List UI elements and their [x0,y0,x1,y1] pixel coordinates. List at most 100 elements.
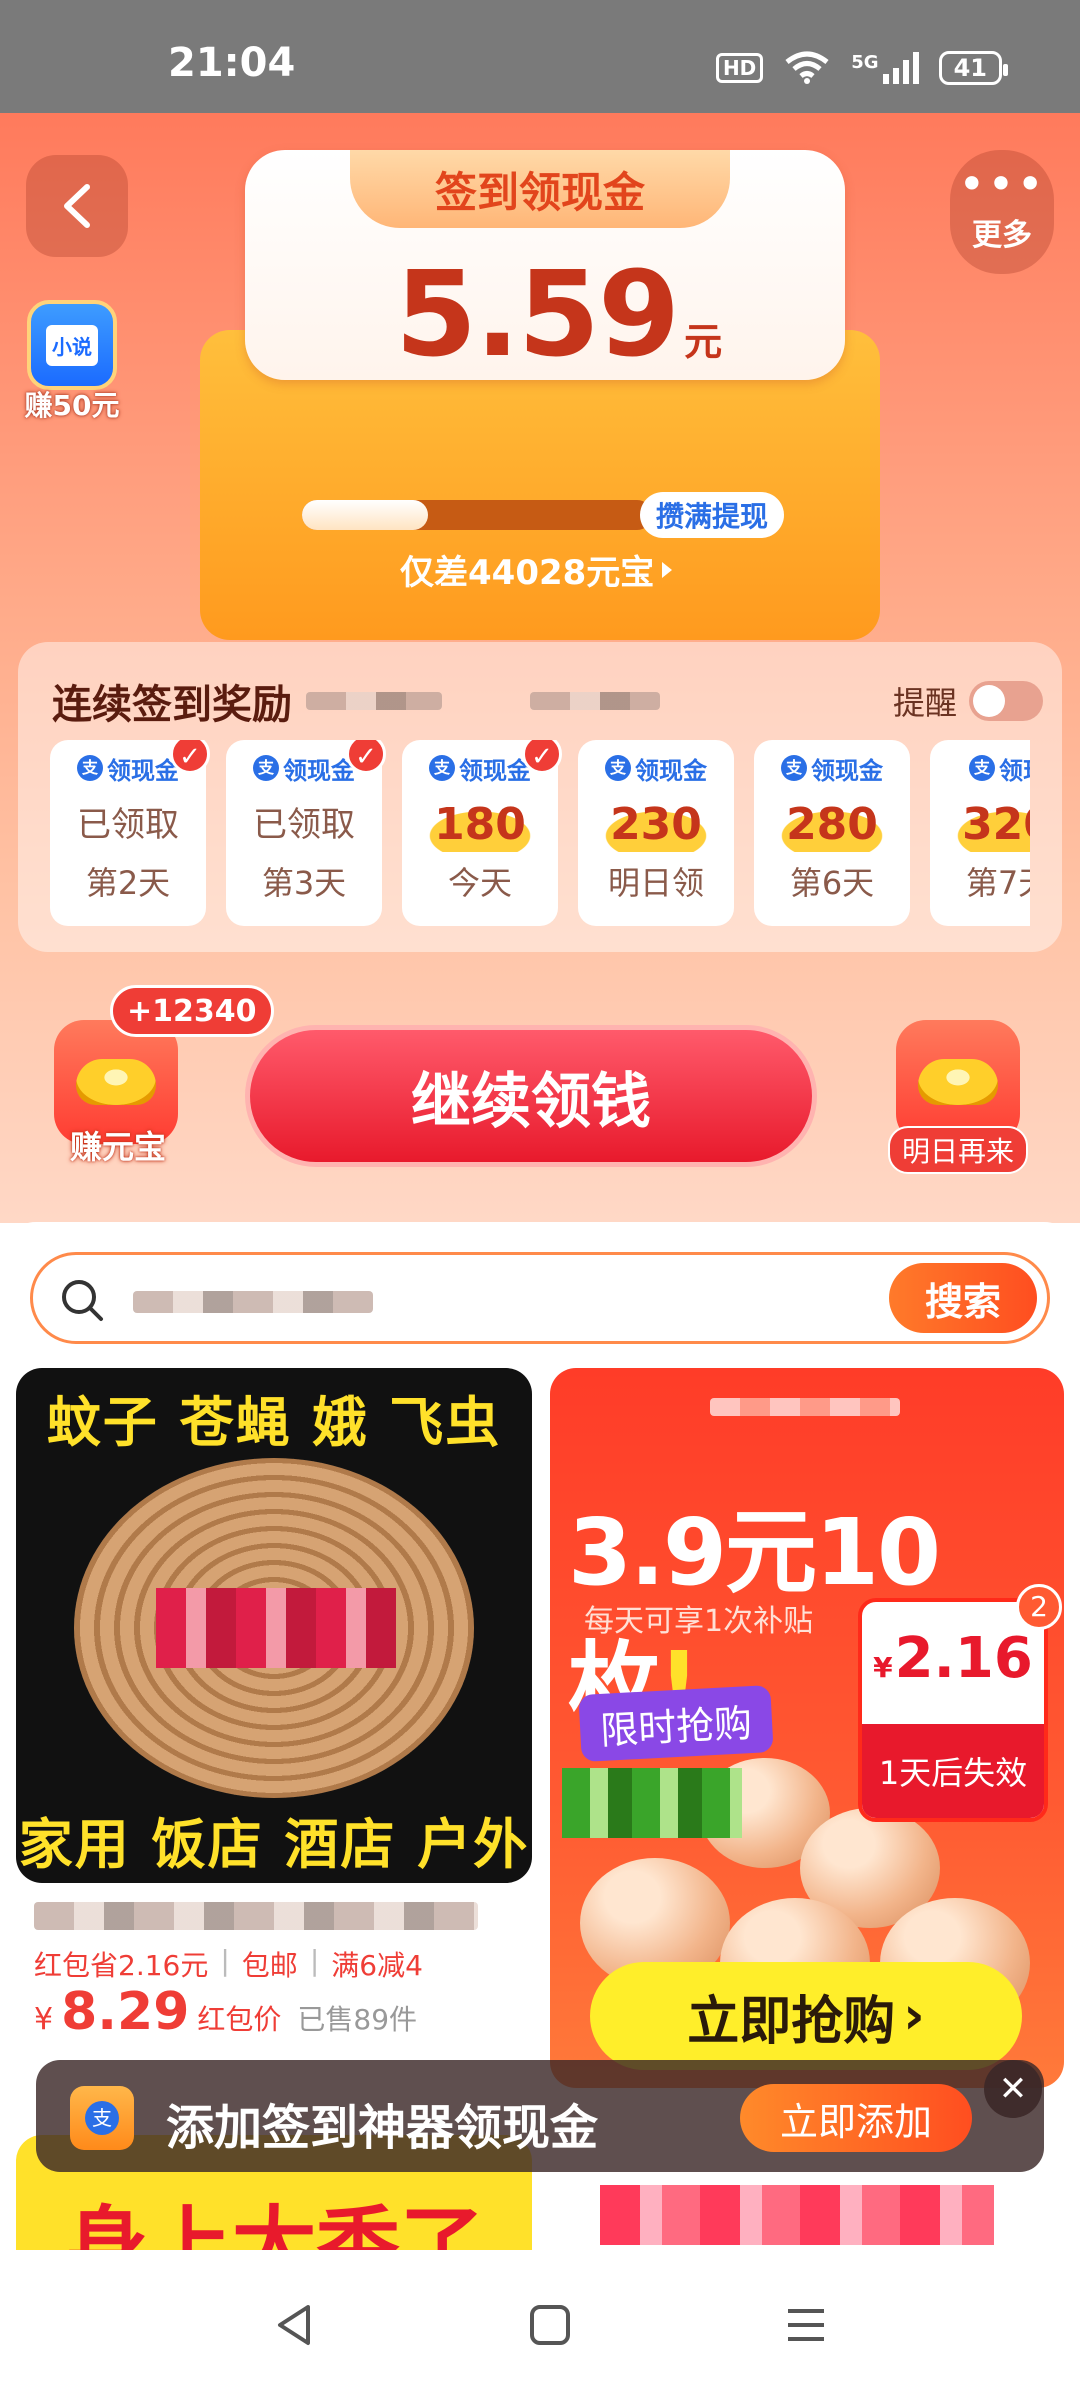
status-icons: HD 5G 41 [715,50,1009,86]
battery-icon: 41 [938,51,1009,85]
close-icon[interactable]: ✕ [984,2060,1042,2118]
chevron-right-icon: › [903,1986,925,2046]
alipay-icon: 支 [969,755,995,781]
day-label: 第7天 [965,864,1030,902]
status-time: 21:04 [168,40,296,86]
flash-sale-tag: 限时抢购 [578,1685,774,1762]
novel-reward-label: 赚50元 [24,389,120,422]
reward-title: 连续签到奖励 [52,682,292,728]
product-image-mosquito-coil[interactable]: 蚊子 苍蝇 娥 飞虫 家用 饭店 酒店 户外 [16,1368,532,1883]
product-price: ¥ 8.29 红包价 已售89件 [34,1982,418,2042]
chevron-left-icon [64,184,90,228]
hd-icon: HD [715,53,764,83]
redacted-image-text [156,1588,396,1668]
square-home-icon [530,2305,570,2345]
back-button[interactable] [26,155,128,257]
search-bar[interactable]: 搜索 [30,1252,1050,1344]
triangle-back-icon [278,2305,310,2345]
redacted-text [530,692,660,710]
withdraw-pill[interactable]: 攒满提现 [640,492,785,538]
system-nav-bar [0,2250,1080,2400]
redacted-image-text [600,2185,994,2245]
day-card[interactable]: 支领现金 230 明日领 [578,740,734,926]
redacted-text [306,692,442,710]
buy-now-button[interactable]: 立即抢购 › [590,1962,1022,2070]
day-value: 230 [578,798,734,852]
coupon-card[interactable]: ¥ 2.16 1天后失效 2 [858,1584,1062,1822]
book-icon: 小说 [27,300,117,390]
day-value: 180 [402,798,558,852]
novel-reward-badge[interactable]: 小说 赚50元 [22,300,122,424]
day-value: 280 [754,798,910,852]
redacted-image-text [562,1768,742,1838]
toggle-knob [973,685,1006,717]
wifi-icon [785,51,829,84]
redacted-search-text [133,1291,373,1313]
day-label: 明日领 [607,864,704,902]
day-card[interactable]: 支领现金 180 今天 ✓ [402,740,562,926]
remaining-link[interactable]: 仅差44028元宝 [400,545,673,594]
progress-fill [302,500,428,530]
search-icon [62,1280,103,1321]
redacted-text [710,1398,900,1416]
tag: 包邮 [241,1949,298,1982]
coupon-expire: 1天后失效 [862,1724,1044,1818]
coupon-count-badge: 2 [1016,1584,1062,1630]
day-card[interactable]: 支领现金 已领取 第2天 ✓ [50,740,210,926]
price-value: 8.29 [61,1982,190,2042]
cash-amount: 5.59 元 [395,245,722,383]
image-top-text: 蚊子 苍蝇 娥 飞虫 [46,1391,502,1454]
add-widget-banner: 支 添加签到神器领现金 立即添加 [36,2060,1044,2172]
day-label: 第3天 [261,864,347,902]
amount-unit: 元 [684,320,723,364]
checkin-widget-icon: 支 [70,2086,134,2150]
nav-menu-button[interactable] [776,2295,836,2355]
alipay-icon: 支 [429,755,455,781]
alipay-icon: 支 [781,755,807,781]
nav-home-button[interactable] [520,2295,580,2355]
amount-number: 5.59 [395,245,680,383]
search-button[interactable]: 搜索 [889,1263,1037,1333]
tomorrow-label: 明日再来 [888,1126,1028,1174]
redacted-product-title [34,1902,478,1930]
sold-count: 已售89件 [297,2003,418,2036]
alipay-icon: 支 [253,755,279,781]
day-card[interactable]: 支领现 320 第7天 [930,740,1030,926]
hamburger-menu-icon [788,2309,824,2341]
days-row: 支领现金 已领取 第2天 ✓ 支领现金 已领取 第3天 ✓ 支领现金 180 今… [50,740,1030,930]
product-card-eggs[interactable]: 3.9元10枚! 每天可享1次补贴 限时抢购 ¥ 2.16 1天后失效 2 立即… [550,1368,1064,2088]
day-label: 第2天 [85,864,171,902]
continue-earn-button[interactable]: 继续领钱 [245,1025,817,1167]
coupon-price: 2.16 [894,1626,1033,1691]
add-now-button[interactable]: 立即添加 [740,2084,972,2152]
remaining-text: 仅差44028元宝 [400,553,655,593]
remind-toggle[interactable] [969,681,1044,721]
day-value: 320 [930,798,1030,852]
day-label: 第6天 [789,864,875,902]
nav-back-button[interactable] [264,2295,324,2355]
alipay-icon: 支 [605,755,631,781]
product-tags: 红包省2.16元 | 包邮 | 满6减4 [34,1944,423,1982]
cell-signal-icon: 5G [851,52,919,84]
day-card[interactable]: 支领现金 280 第6天 [754,740,910,926]
tag: 满6减4 [331,1949,423,1982]
status-bar: 21:04 HD 5G 41 [0,0,1080,113]
card-title: 签到领现金 [434,167,645,217]
remind-toggle-row: 提醒 [893,678,1044,724]
day-value: 已领取 [253,805,355,845]
come-back-tomorrow-button[interactable]: 明日再来 [888,1020,1028,1174]
image-text: 身上太香了 [63,2197,484,2250]
earn-label: 赚元宝 [69,1128,166,1166]
more-label: 更多 [972,218,1032,253]
more-button[interactable]: ••• 更多 [950,150,1054,274]
day-value: 已领取 [77,805,179,845]
withdraw-progress-bar [302,500,652,530]
card-tab: 签到领现金 [350,150,730,228]
remind-label: 提醒 [893,684,958,722]
image-bottom-text: 家用 饭店 酒店 户外 [18,1813,530,1876]
day-label: 今天 [447,864,512,902]
egg-subtitle: 每天可享1次补贴 [584,1604,814,1639]
price-tag: 红包价 [197,2003,282,2036]
earn-ingot-button[interactable]: 赚元宝 [54,1020,182,1168]
day-card[interactable]: 支领现金 已领取 第3天 ✓ [226,740,386,926]
